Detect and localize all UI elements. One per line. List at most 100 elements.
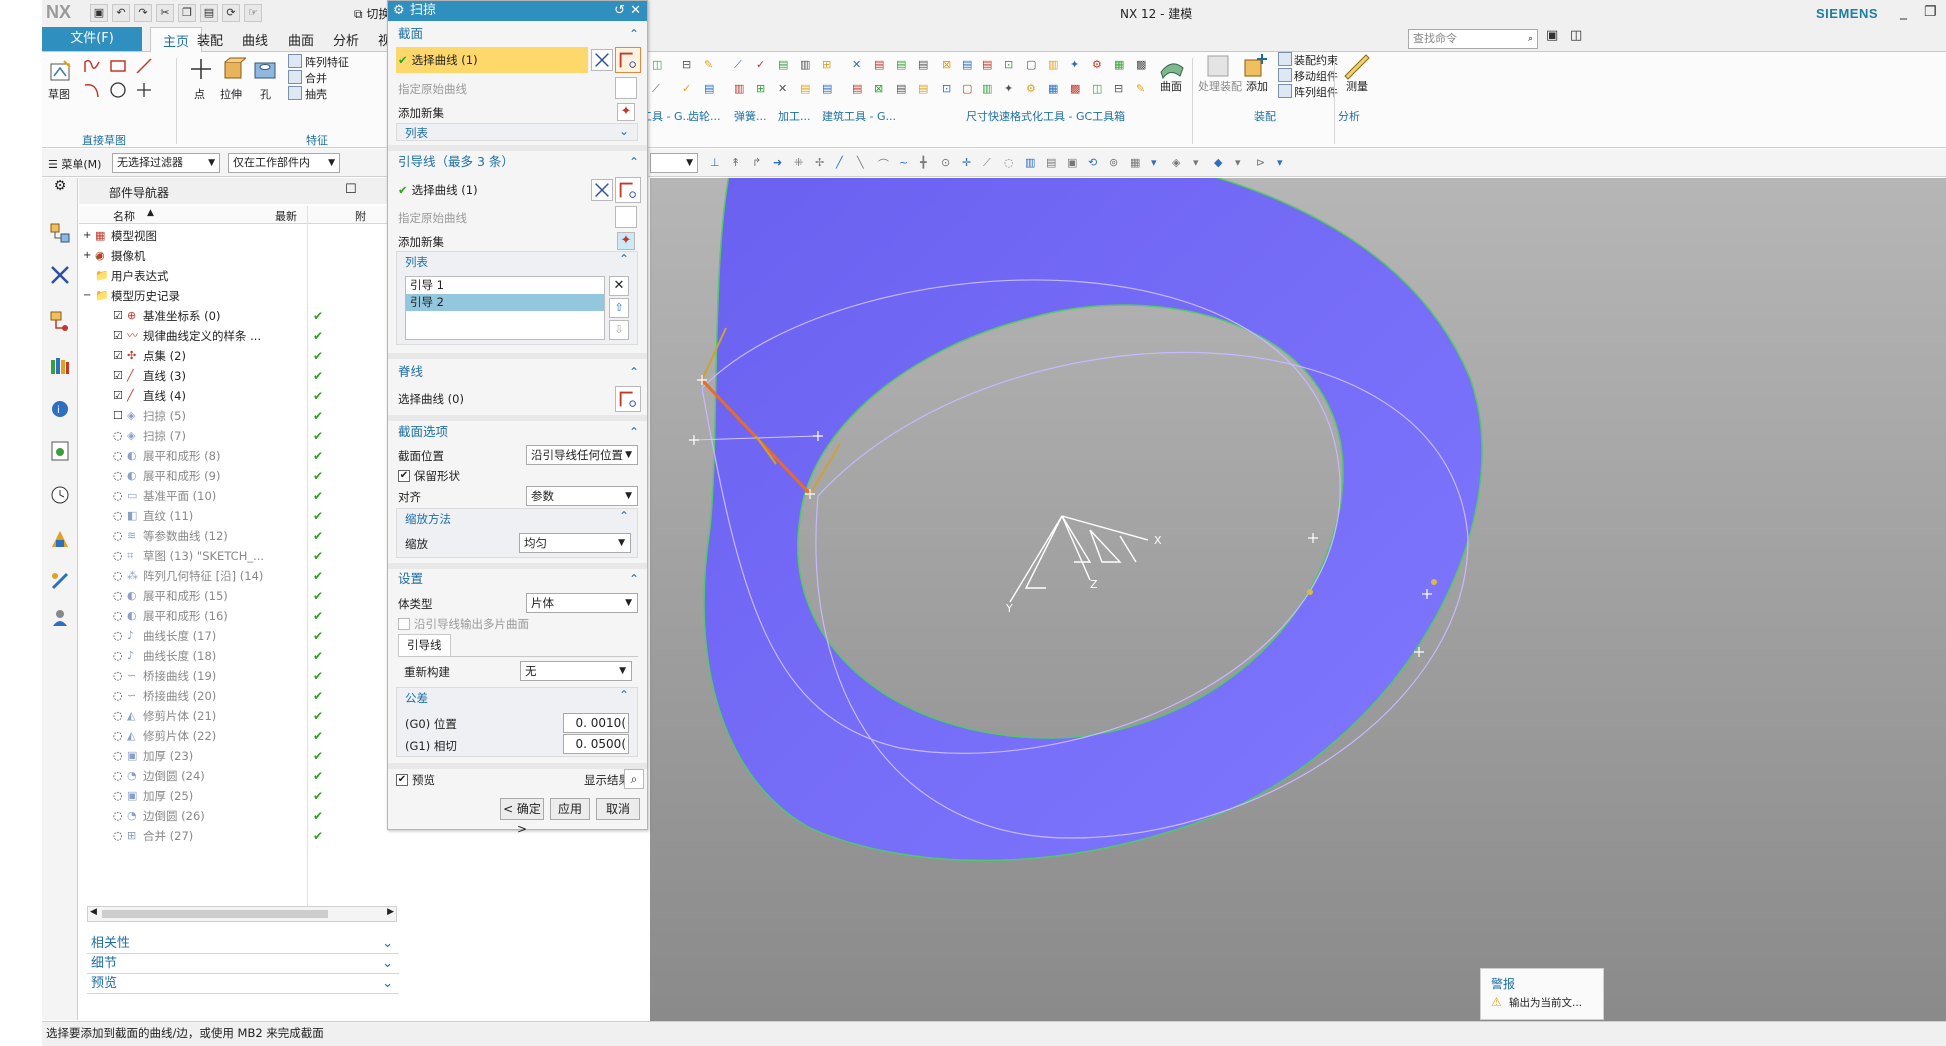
keep-shape-checkbox[interactable]: ✔ xyxy=(398,470,410,482)
tree-row[interactable]: ◌ ◐ 展平和成形 (8) ✔ xyxy=(79,446,399,466)
tree-row[interactable]: ◌ ◔ 边倒圆 (26) ✔ xyxy=(79,806,399,826)
ribbon-tool-icon[interactable]: ▤ xyxy=(918,58,928,71)
snap-point-icon[interactable]: ▾ xyxy=(1235,156,1241,169)
scroll-left-icon[interactable]: ◀ xyxy=(90,907,97,917)
ribbon-tool-icon[interactable]: ◫ xyxy=(652,58,662,71)
rectangle-icon[interactable] xyxy=(108,56,128,76)
ribbon-tool-icon[interactable]: ▤ xyxy=(896,82,906,95)
search-icon[interactable]: ⌕ xyxy=(1528,30,1533,48)
tree-row[interactable]: ◌ ◐ 展平和成形 (9) ✔ xyxy=(79,466,399,486)
paste-icon[interactable]: ▤ xyxy=(200,4,218,22)
g1-tangent-input[interactable]: 0. 0500( xyxy=(563,734,629,754)
ribbon-tool-icon[interactable]: ⟋ xyxy=(734,58,742,72)
visibility-checkbox[interactable]: ◌ xyxy=(113,526,123,546)
visibility-checkbox[interactable]: ◌ xyxy=(113,646,123,666)
line-icon[interactable] xyxy=(134,56,154,76)
chevron-up-icon[interactable]: ⌃ xyxy=(619,252,629,266)
visibility-checkbox[interactable]: ◌ xyxy=(113,486,123,506)
ok-button[interactable]: < 确定 > xyxy=(500,798,544,836)
circle-icon[interactable] xyxy=(108,80,128,100)
ribbon-tool-icon[interactable]: ⊡ xyxy=(942,82,951,95)
arc-icon[interactable] xyxy=(82,80,102,100)
ribbon-tool-icon[interactable]: ▥ xyxy=(1048,58,1058,71)
add-new-set-icon[interactable]: ✦ xyxy=(617,232,635,250)
show-result-icon[interactable]: ⌕ xyxy=(624,769,644,789)
visibility-checkbox[interactable]: ◌ xyxy=(113,806,123,826)
snap-point-icon[interactable]: ↱ xyxy=(752,156,761,169)
ribbon-tool-icon[interactable]: ▤ xyxy=(962,58,972,71)
snap-point-icon[interactable]: ⊳ xyxy=(1256,156,1265,169)
process-assembly-icon[interactable] xyxy=(1204,52,1232,80)
snap-point-icon[interactable]: ▤ xyxy=(1046,156,1056,169)
tree-row[interactable]: 📁 用户表达式 xyxy=(79,266,399,286)
measure-icon[interactable] xyxy=(1342,52,1370,80)
spring-group-label[interactable]: 弹簧... xyxy=(734,108,767,124)
add-component-icon[interactable] xyxy=(1242,52,1270,80)
tree-row[interactable]: ☑ ╱ 直线 (3) ✔ xyxy=(79,366,399,386)
snap-point-icon[interactable]: ◆ xyxy=(1214,156,1222,169)
copy-icon[interactable]: ❐ xyxy=(178,4,196,22)
panel-collapse-icon[interactable]: ◫ xyxy=(1570,28,1582,43)
hole-icon[interactable] xyxy=(252,56,278,82)
shell-icon[interactable] xyxy=(288,86,302,100)
tree-row[interactable]: ◌ ♪ 曲线长度 (17) ✔ xyxy=(79,626,399,646)
tree-row[interactable]: ◌ ∽ 桥接曲线 (20) ✔ xyxy=(79,686,399,706)
snap-point-icon[interactable]: ⊚ xyxy=(1109,156,1118,169)
move-component-icon[interactable] xyxy=(1278,68,1292,82)
selection-scope-dropdown[interactable]: 仅在工作部件内 ▼ xyxy=(228,153,340,173)
move-down-icon[interactable]: ⇩ xyxy=(609,320,629,340)
guide-select-curve[interactable]: ✔ 选择曲线 (1) xyxy=(398,181,478,199)
gear-icon[interactable]: ⚙ xyxy=(393,1,405,21)
scaling-dropdown[interactable]: 均匀 ▼ xyxy=(519,533,631,553)
tree-row[interactable]: ◌ ▣ 加厚 (23) ✔ xyxy=(79,746,399,766)
ribbon-tool-icon[interactable]: ✎ xyxy=(704,58,713,71)
visibility-checkbox[interactable]: ◌ xyxy=(113,426,123,446)
ribbon-tool-icon[interactable]: ▤ xyxy=(822,82,832,95)
snap-point-icon[interactable]: ~ xyxy=(899,156,908,169)
window-menu-icon[interactable]: ▣ xyxy=(1546,28,1558,43)
snap-point-icon[interactable]: ⟋ xyxy=(983,156,991,170)
reverse-direction-icon[interactable] xyxy=(591,49,613,71)
machining-group-label[interactable]: 加工... xyxy=(778,108,811,124)
tree-row[interactable]: ☑ ✣ 点集 (2) ✔ xyxy=(79,346,399,366)
tab-assembly[interactable]: 装配 xyxy=(197,30,223,49)
tree-row[interactable]: ◌ ▭ 基准平面 (10) ✔ xyxy=(79,486,399,506)
ribbon-tool-icon[interactable]: ✓ xyxy=(682,82,691,95)
tree-row[interactable]: ☑ ⊕ 基准坐标系 (0) ✔ xyxy=(79,306,399,326)
section-select-curve[interactable]: ✔ 选择曲线 (1) xyxy=(398,51,478,69)
tree-row[interactable]: ◌ ◭ 修剪片体 (22) ✔ xyxy=(79,726,399,746)
dialog-title-bar[interactable]: ⚙ 扫掠 ↺ ✕ xyxy=(388,1,647,21)
snap-point-icon[interactable]: ▾ xyxy=(1193,156,1199,169)
ribbon-tool-icon[interactable]: ▤ xyxy=(982,58,992,71)
tree-row[interactable]: ◌ ≋ 等参数曲线 (12) ✔ xyxy=(79,526,399,546)
ribbon-tool-icon[interactable]: ⚙ xyxy=(1026,82,1036,95)
ribbon-tool-icon[interactable]: ▩ xyxy=(1070,82,1080,95)
snap-point-icon[interactable]: ◌ xyxy=(1004,156,1014,169)
body-type-dropdown[interactable]: 片体 ▼ xyxy=(526,593,638,613)
ribbon-tool-icon[interactable]: ▤ xyxy=(874,58,884,71)
visibility-checkbox[interactable]: ◌ xyxy=(113,826,123,846)
touch-mode-icon[interactable]: ☞ xyxy=(244,4,262,22)
remove-icon[interactable]: ✕ xyxy=(609,276,629,296)
ribbon-tool-icon[interactable]: ✦ xyxy=(1004,82,1013,95)
undo-icon[interactable]: ↶ xyxy=(112,4,130,22)
cancel-button[interactable]: 取消 xyxy=(596,798,640,820)
visibility-checkbox[interactable]: ☑ xyxy=(113,326,123,346)
snap-point-icon[interactable]: ⊥ xyxy=(710,156,720,169)
g0-position-input[interactable]: 0. 0010( xyxy=(563,713,629,733)
apply-button[interactable]: 应用 xyxy=(550,798,590,820)
spine-header[interactable]: 脊线 ⌃ xyxy=(388,361,647,383)
add-new-set-icon[interactable]: ✦ xyxy=(617,103,635,121)
scroll-right-icon[interactable]: ▶ xyxy=(387,907,394,917)
ribbon-tool-icon[interactable]: ✎ xyxy=(1136,82,1145,95)
minimize-icon[interactable]: _ xyxy=(1900,4,1907,20)
save-icon[interactable]: ▣ xyxy=(90,4,108,22)
tab-surface[interactable]: 曲面 xyxy=(288,30,314,49)
snap-dropdown[interactable]: ▼ xyxy=(650,153,698,173)
gear-icon[interactable]: ⚙ xyxy=(49,178,71,200)
visibility-checkbox[interactable]: ◌ xyxy=(113,706,123,726)
maximize-icon[interactable]: ☐ xyxy=(345,182,357,197)
snap-point-icon[interactable]: ⁜ xyxy=(794,156,803,169)
ribbon-tool-icon[interactable]: ▤ xyxy=(800,82,810,95)
snap-point-icon[interactable]: ⌒ xyxy=(878,156,889,172)
